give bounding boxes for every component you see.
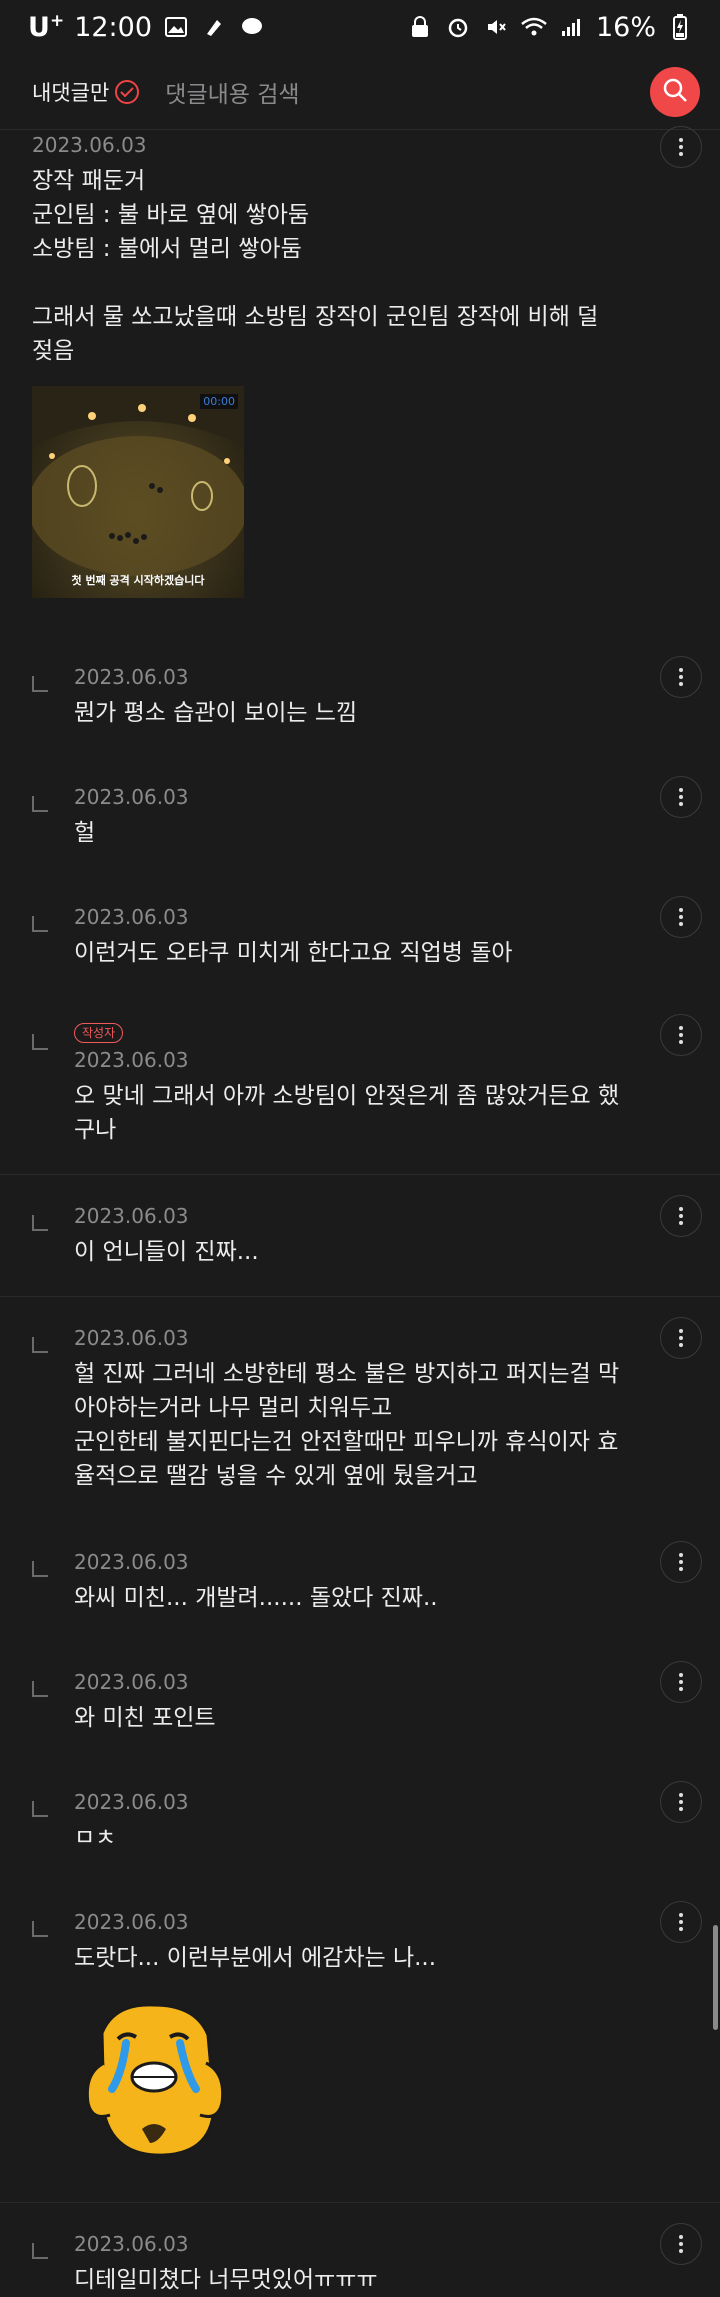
reply-item: 2023.06.03 뭔가 평소 습관이 보이는 느낌 — [0, 656, 720, 730]
comment-item: 2023.06.03 장작 패둔거 군인팀 : 불 바로 옆에 쌓아둠 소방팀 … — [0, 126, 720, 598]
comment-text: 뭔가 평소 습관이 보이는 느낌 — [74, 700, 358, 726]
comment-date: 2023.06.03 — [74, 1326, 189, 1350]
more-options-button[interactable] — [660, 1901, 702, 1943]
comment-text: ㅁㅊ — [74, 1825, 117, 1851]
more-options-button[interactable] — [660, 776, 702, 818]
search-button[interactable] — [650, 66, 700, 117]
comment-text: 오 맞네 그래서 아까 소방팀이 안젖은게 좀 많았거든요 했구나 — [74, 1083, 620, 1143]
reply-arrow-icon — [32, 1681, 48, 1697]
my-comments-label: 내댓글만 — [32, 80, 110, 105]
comment-image[interactable]: 00:00 첫 번째 공격 시작하겠습니다 — [32, 386, 244, 598]
more-options-button[interactable] — [660, 1014, 702, 1056]
reply-item: 2023.06.03 와씨 미친... 개발려...... 돌았다 진짜.. — [0, 1541, 720, 1615]
status-bar: U+ 12:00 16% — [0, 0, 720, 54]
search-icon — [662, 77, 688, 107]
reply-arrow-icon — [32, 1215, 48, 1231]
reply-item: 2023.06.03 ㅁㅊ — [0, 1781, 720, 1855]
check-icon — [115, 79, 140, 104]
comment-text: 와 미친 포인트 — [74, 1705, 216, 1731]
comment-date: 2023.06.03 — [74, 905, 189, 929]
reply-arrow-icon — [32, 1034, 48, 1050]
reply-item: 2023.06.03 와 미친 포인트 — [0, 1661, 720, 1735]
reply-arrow-icon — [32, 1337, 48, 1353]
reply-arrow-icon — [32, 1921, 48, 1937]
more-options-button[interactable] — [660, 1195, 702, 1237]
comment-date: 2023.06.03 — [74, 1048, 189, 1072]
more-options-button[interactable] — [660, 1781, 702, 1823]
comment-list: 2023.06.03 장작 패둔거 군인팀 : 불 바로 옆에 쌓아둠 소방팀 … — [0, 126, 720, 2297]
comment-text: 도랏다... 이런부분에서 에감차는 나... — [74, 1945, 437, 1971]
battery-percent: 16% — [595, 11, 656, 43]
comment-date: 2023.06.03 — [74, 665, 189, 689]
reply-arrow-icon — [32, 1561, 48, 1577]
comment-search-header: 내댓글만 댓글내용 검색 — [0, 54, 720, 130]
reply-item: 작성자 2023.06.03 오 맞네 그래서 아까 소방팀이 안젖은게 좀 많… — [0, 1014, 720, 1147]
app-notification-icon — [200, 13, 228, 41]
reply-arrow-icon — [32, 676, 48, 692]
more-options-button[interactable] — [660, 896, 702, 938]
reply-arrow-icon — [32, 916, 48, 932]
reply-item: 2023.06.03 이 언니들이 진짜... — [0, 1195, 720, 1269]
arena-illustration — [32, 386, 244, 576]
comment-date: 2023.06.03 — [74, 785, 189, 809]
reply-arrow-icon — [32, 2243, 48, 2259]
reply-item: 2023.06.03 이런거도 오타쿠 미치게 한다고요 직업병 돌아 — [0, 896, 720, 970]
more-options-button[interactable] — [660, 126, 702, 168]
reply-arrow-icon — [32, 1801, 48, 1817]
comment-date: 2023.06.03 — [74, 1790, 189, 1814]
image-caption: 첫 번째 공격 시작하겠습니다 — [71, 574, 205, 587]
comment-date: 2023.06.03 — [74, 1910, 189, 1934]
reply-item: 2023.06.03 헐 진짜 그러네 소방한테 평소 불은 방지하고 퍼지는걸… — [0, 1317, 720, 1493]
divider — [0, 1296, 720, 1297]
comment-text: 이 언니들이 진짜... — [74, 1239, 259, 1265]
divider — [0, 2202, 720, 2203]
mute-icon — [482, 13, 510, 41]
more-options-button[interactable] — [660, 1541, 702, 1583]
wifi-icon — [520, 13, 548, 41]
signal-icon — [558, 13, 586, 41]
my-comments-filter[interactable]: 내댓글만 — [32, 77, 140, 107]
more-options-button[interactable] — [660, 1317, 702, 1359]
video-timer: 00:00 — [200, 394, 238, 409]
comment-date: 2023.06.03 — [74, 1670, 189, 1694]
reply-item: 2023.06.03 디테일미쳤다 너무멋있어ㅠㅠㅠ — [0, 2223, 720, 2297]
divider — [0, 1174, 720, 1175]
crying-sticker[interactable] — [74, 1993, 234, 2163]
reply-item: 2023.06.03 헐 — [0, 776, 720, 850]
comment-date: 2023.06.03 — [74, 1204, 189, 1228]
battery-charging-icon — [666, 13, 694, 41]
more-options-button[interactable] — [660, 2223, 702, 2265]
scrollbar[interactable] — [713, 1925, 718, 2030]
gallery-icon — [162, 13, 190, 41]
comment-date: 2023.06.03 — [74, 1550, 189, 1574]
more-options-button[interactable] — [660, 656, 702, 698]
comment-text: 와씨 미친... 개발려...... 돌았다 진짜.. — [74, 1585, 438, 1611]
alarm-icon — [444, 13, 472, 41]
comment-date: 2023.06.03 — [74, 2232, 189, 2256]
carrier-label: U+ — [28, 11, 65, 43]
crying-face-icon — [85, 2003, 225, 2157]
comment-search-input[interactable]: 댓글내용 검색 — [165, 75, 650, 109]
reply-item: 2023.06.03 도랏다... 이런부분에서 에감차는 나... — [0, 1901, 720, 2163]
clock: 12:00 — [74, 11, 152, 43]
reply-arrow-icon — [32, 796, 48, 812]
lock-icon — [406, 13, 434, 41]
author-badge: 작성자 — [74, 1023, 124, 1043]
comment-text: 헐 — [74, 820, 96, 846]
comment-text: 헐 진짜 그러네 소방한테 평소 불은 방지하고 퍼지는걸 막아야하는거라 나무… — [74, 1361, 620, 1489]
comment-text: 장작 패둔거 군인팀 : 불 바로 옆에 쌓아둠 소방팀 : 불에서 멀리 쌓아… — [32, 168, 599, 364]
comment-text: 디테일미쳤다 너무멋있어ㅠㅠㅠ — [74, 2267, 378, 2293]
chat-icon — [238, 13, 266, 41]
comment-date: 2023.06.03 — [32, 133, 147, 157]
comment-text: 이런거도 오타쿠 미치게 한다고요 직업병 돌아 — [74, 940, 513, 966]
more-options-button[interactable] — [660, 1661, 702, 1703]
